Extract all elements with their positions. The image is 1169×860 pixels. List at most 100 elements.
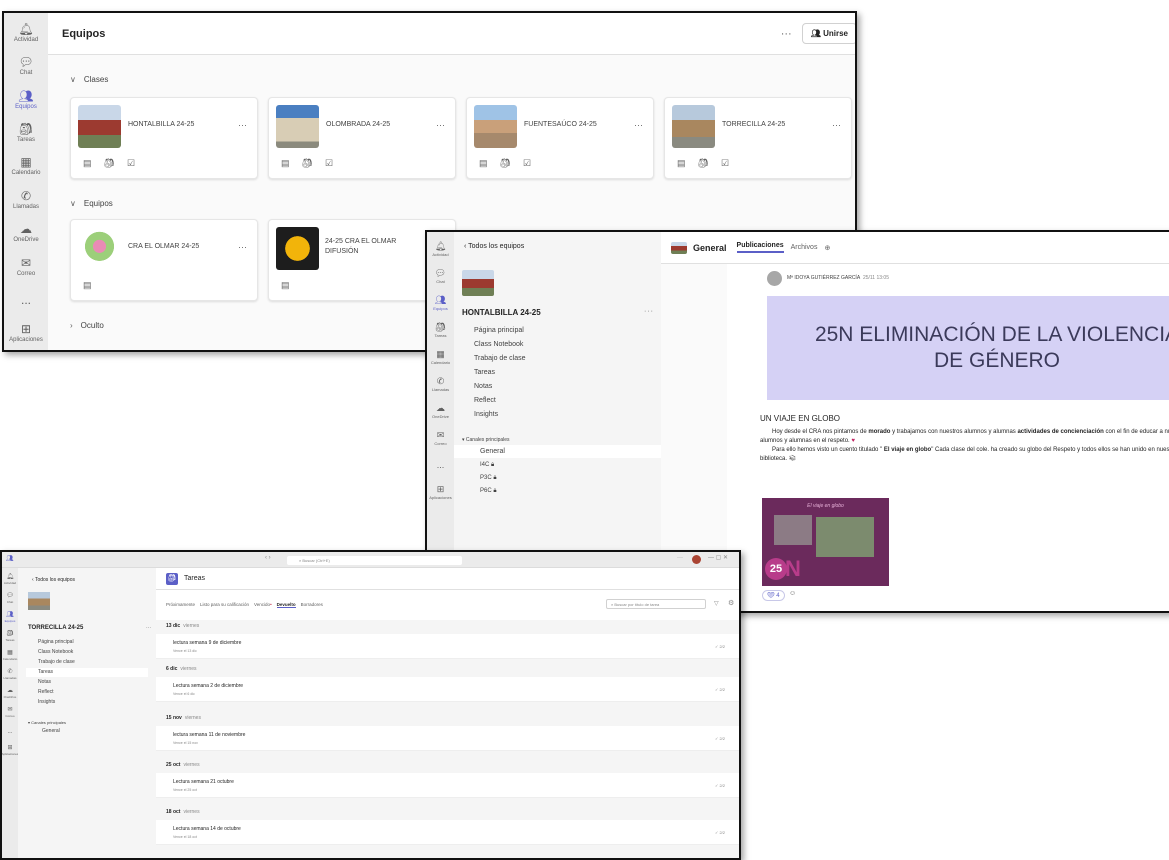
rail-teams[interactable]: 👥︎ Equipos bbox=[2, 608, 18, 627]
notebook-icon[interactable]: ▤ bbox=[83, 158, 92, 169]
rail-more[interactable]: ... bbox=[427, 452, 454, 479]
tab-overdue[interactable]: Vencido• bbox=[254, 602, 272, 608]
team-card[interactable]: OLOMBRADA 24-25 ··· ▤ 🎒︎ ☑ bbox=[268, 97, 456, 179]
rail-apps[interactable]: ⊞ Aplicaciones bbox=[427, 479, 454, 506]
rail-mail[interactable]: ✉︎ Correo bbox=[427, 425, 454, 452]
rail-assignments[interactable]: 🎒︎ Tareas bbox=[4, 116, 48, 149]
more-options-button[interactable]: ··· bbox=[781, 28, 792, 40]
tab-posts[interactable]: Publicaciones bbox=[736, 242, 784, 253]
join-team-button[interactable]: 👥︎ Unirse bbox=[801, 23, 855, 44]
channel-general[interactable]: General bbox=[42, 728, 60, 734]
rail-chat[interactable]: 💬︎ Chat bbox=[4, 49, 48, 82]
rail-activity[interactable]: 🔔︎ Actividad bbox=[4, 16, 48, 49]
channel-p3c[interactable]: P3C 🔒︎ bbox=[480, 475, 497, 482]
assignment-row[interactable]: Lectura semana 14 de octubre Vence el 18 … bbox=[156, 820, 739, 845]
rail-calls[interactable]: ✆ Llamadas bbox=[427, 371, 454, 398]
assignment-row[interactable]: lectura semana 9 de diciembre Vence el 13… bbox=[156, 634, 739, 659]
nav-reflect[interactable]: Reflect bbox=[38, 689, 54, 695]
section-equipos[interactable]: ∨ Equipos bbox=[70, 199, 113, 208]
more-icon[interactable]: ··· bbox=[644, 308, 654, 315]
section-clases[interactable]: ∨ Clases bbox=[70, 75, 108, 84]
notebook-icon[interactable]: ▤ bbox=[677, 158, 686, 169]
channel-p6c[interactable]: P6C 🔒︎ bbox=[480, 488, 497, 495]
more-icon[interactable]: ··· bbox=[832, 120, 841, 130]
tab-returned[interactable]: Devuelto bbox=[276, 602, 296, 608]
tab-upcoming[interactable]: Próximamente bbox=[166, 602, 195, 608]
nav-home[interactable]: Página principal bbox=[38, 639, 74, 645]
channels-header[interactable]: ▾ Canales principales bbox=[462, 437, 510, 443]
rail-mail[interactable]: ✉︎ Correo bbox=[4, 250, 48, 283]
tab-ready-to-grade[interactable]: Listo para su calificación bbox=[200, 602, 249, 608]
grades-icon[interactable]: ☑ bbox=[325, 158, 333, 169]
grades-icon[interactable]: ☑ bbox=[721, 158, 729, 169]
nav-assignments[interactable]: Tareas bbox=[474, 369, 495, 376]
rail-apps[interactable]: ⊞ Aplicaciones bbox=[4, 317, 48, 350]
more-icon[interactable]: ··· bbox=[146, 625, 151, 631]
add-reaction-icon[interactable]: ☺ bbox=[789, 590, 796, 597]
nav-class-notebook[interactable]: Class Notebook bbox=[38, 649, 73, 655]
more-icon[interactable]: ··· bbox=[634, 120, 643, 130]
settings-icon[interactable]: ⚙ bbox=[728, 599, 734, 607]
rail-teams[interactable]: 👥︎ Equipos bbox=[427, 290, 454, 317]
back-to-teams[interactable]: ‹ Todos los equipos bbox=[32, 577, 75, 583]
assignment-row[interactable]: Lectura semana 2 de diciembre Vence el 6 … bbox=[156, 677, 739, 702]
nav-classwork[interactable]: Trabajo de clase bbox=[474, 355, 526, 362]
assignments-icon[interactable]: 🎒︎ bbox=[104, 158, 115, 169]
channel-i4c[interactable]: I4C 🔒︎ bbox=[480, 462, 494, 469]
more-icon[interactable]: ··· bbox=[238, 120, 247, 130]
nav-grades[interactable]: Notas bbox=[38, 679, 51, 685]
channel-general[interactable]: General bbox=[480, 448, 505, 455]
rail-teams[interactable]: 👥︎ Equipos bbox=[4, 83, 48, 116]
bulb-icon[interactable]: ♁ bbox=[740, 599, 741, 606]
rail-chat[interactable]: 💬︎ Chat bbox=[427, 263, 454, 290]
rail-assignments[interactable]: 🎒︎ Tareas bbox=[427, 317, 454, 344]
rail-onedrive[interactable]: ☁︎ OneDrive bbox=[427, 398, 454, 425]
rail-calendar[interactable]: ▦ Calendario bbox=[4, 150, 48, 183]
assignment-row[interactable]: lectura semana 11 de noviembre Vence el 1… bbox=[156, 726, 739, 751]
nav-insights[interactable]: Insights bbox=[38, 699, 55, 705]
rail-more[interactable]: ... bbox=[2, 722, 18, 741]
rail-assignments[interactable]: 🎒︎ Tareas bbox=[2, 627, 18, 646]
nav-home[interactable]: Página principal bbox=[474, 327, 524, 334]
notebook-icon[interactable]: ▤ bbox=[83, 280, 92, 291]
nav-classwork[interactable]: Trabajo de clase bbox=[38, 659, 75, 665]
tab-drafts[interactable]: Borradores bbox=[301, 602, 323, 608]
section-oculto[interactable]: › Oculto bbox=[70, 321, 104, 330]
grades-icon[interactable]: ☑ bbox=[523, 158, 531, 169]
channels-header[interactable]: ▾ Canales principales bbox=[28, 720, 66, 725]
rail-mail[interactable]: ✉︎ Correo bbox=[2, 703, 18, 722]
notebook-icon[interactable]: ▤ bbox=[281, 280, 290, 291]
team-card[interactable]: FUENTESAÚCO 24-25 ··· ▤ 🎒︎ ☑ bbox=[466, 97, 654, 179]
notebook-icon[interactable]: ▤ bbox=[281, 158, 290, 169]
nav-arrows-icon[interactable]: ‹ › bbox=[265, 555, 271, 561]
notebook-icon[interactable]: ▤ bbox=[479, 158, 488, 169]
assignments-icon[interactable]: 🎒︎ bbox=[698, 158, 709, 169]
nav-reflect[interactable]: Reflect bbox=[474, 397, 496, 404]
more-icon[interactable]: ··· bbox=[238, 242, 247, 252]
reaction-badge[interactable]: 💜︎ 4 bbox=[762, 590, 785, 601]
add-tab-icon[interactable]: ⊕ bbox=[824, 244, 830, 252]
filter-icon[interactable]: ▽ bbox=[714, 600, 719, 607]
filter-search-input[interactable]: ⌕ Buscar por título de tarea bbox=[606, 599, 706, 609]
rail-calendar[interactable]: ▦ Calendario bbox=[427, 344, 454, 371]
team-card[interactable]: CRA EL OLMAR 24-25 ··· ▤ bbox=[70, 219, 258, 301]
nav-assignments[interactable]: Tareas bbox=[38, 669, 53, 675]
back-to-teams[interactable]: ‹ Todos los equipos bbox=[464, 243, 524, 250]
rail-activity[interactable]: 🔔︎ Actividad bbox=[2, 570, 18, 589]
team-card[interactable]: HONTALBILLA 24-25 ··· ▤ 🎒︎ ☑ bbox=[70, 97, 258, 179]
nav-insights[interactable]: Insights bbox=[474, 411, 498, 418]
rail-more[interactable]: ... bbox=[4, 283, 48, 316]
rail-calls[interactable]: ✆ Llamadas bbox=[2, 665, 18, 684]
nav-class-notebook[interactable]: Class Notebook bbox=[474, 341, 523, 348]
team-card[interactable]: TORRECILLA 24-25 ··· ▤ 🎒︎ ☑ bbox=[664, 97, 852, 179]
rail-calls[interactable]: ✆ Llamadas bbox=[4, 183, 48, 216]
tab-files[interactable]: Archivos bbox=[791, 244, 818, 251]
assignments-icon[interactable]: 🎒︎ bbox=[500, 158, 511, 169]
rail-onedrive[interactable]: ☁︎ OneDrive bbox=[2, 684, 18, 703]
rail-onedrive[interactable]: ☁︎ OneDrive bbox=[4, 216, 48, 249]
grades-icon[interactable]: ☑ bbox=[127, 158, 135, 169]
more-icon[interactable]: ··· bbox=[677, 555, 683, 561]
rail-apps[interactable]: ⊞ Aplicaciones bbox=[2, 741, 18, 760]
rail-calendar[interactable]: ▦ Calendario bbox=[2, 646, 18, 665]
avatar[interactable] bbox=[692, 555, 701, 564]
